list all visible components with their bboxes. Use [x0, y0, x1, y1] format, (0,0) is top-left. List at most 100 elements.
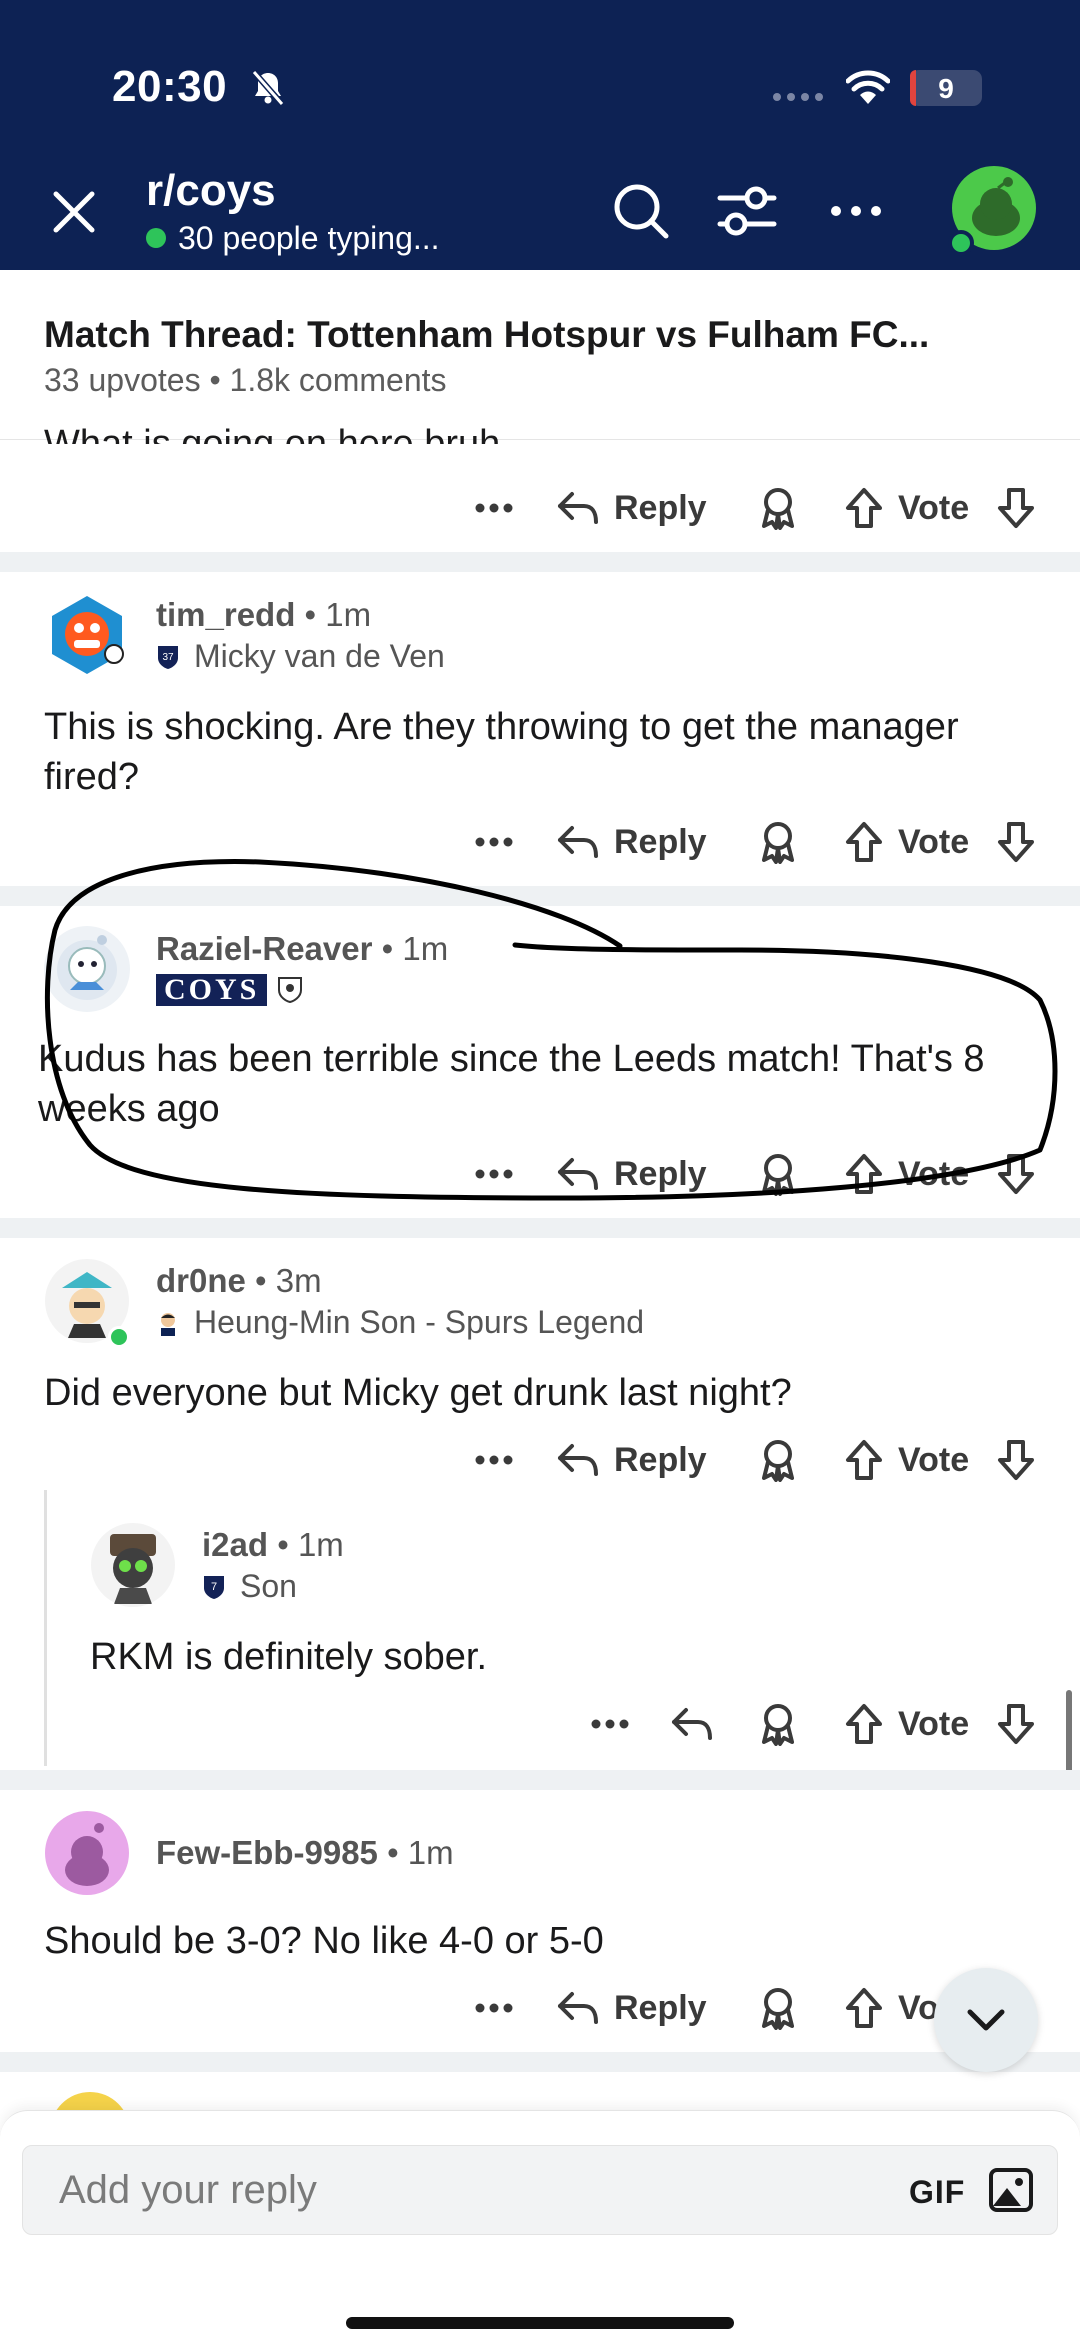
user-flair: COYS	[156, 974, 303, 1006]
avatar[interactable]	[44, 926, 130, 1012]
upvote-button[interactable]: Vote	[844, 1430, 969, 1490]
user-online-indicator	[948, 230, 974, 256]
user-flair: Heung-Min Son - Spurs Legend	[156, 1304, 644, 1341]
scroll-down-button[interactable]	[934, 1968, 1038, 2072]
more-button[interactable]	[474, 478, 514, 538]
more-button[interactable]	[474, 1978, 514, 2038]
user-flair: 37 Micky van de Ven	[156, 638, 445, 675]
upvote-icon	[846, 1154, 882, 1194]
post-meta: 33 upvotes • 1.8k comments	[44, 362, 447, 399]
more-icon	[475, 503, 513, 513]
comment-author[interactable]: Few-Ebb-9985 • 1m	[156, 1834, 454, 1872]
subreddit-name[interactable]: r/coys	[146, 166, 276, 216]
reply-button[interactable]: Reply	[556, 1430, 707, 1490]
comment-actions: Reply Vote	[0, 1144, 1080, 1204]
spurs-crest-icon	[278, 977, 303, 1004]
more-icon	[475, 837, 513, 847]
downvote-button[interactable]	[996, 1430, 1036, 1490]
avatar[interactable]	[90, 1522, 176, 1608]
avatar[interactable]	[44, 1810, 130, 1896]
reply-button[interactable]: Reply	[556, 1978, 707, 2038]
downvote-button[interactable]	[996, 1144, 1036, 1204]
username[interactable]: tim_redd	[156, 596, 295, 633]
downvote-button[interactable]	[996, 812, 1036, 872]
award-button[interactable]	[758, 1694, 798, 1754]
award-button[interactable]	[758, 1430, 798, 1490]
avatar[interactable]	[44, 592, 130, 678]
award-button[interactable]	[758, 812, 798, 872]
downvote-icon	[998, 1154, 1034, 1194]
more-button[interactable]	[474, 1430, 514, 1490]
chevron-down-icon	[967, 2009, 1005, 2031]
comment-body: Should be 3-0? No like 4-0 or 5-0	[44, 1920, 604, 1962]
online-indicator	[146, 228, 166, 248]
coys-flair-badge: COYS	[156, 974, 268, 1006]
reply-button[interactable]: Reply	[556, 478, 707, 538]
reply-arrow-icon	[558, 492, 598, 524]
son-emoji-icon	[161, 1312, 175, 1336]
downvote-icon	[998, 1704, 1034, 1744]
reply-label: Reply	[614, 488, 707, 527]
comment-separator	[0, 552, 1080, 572]
filter-icon[interactable]	[716, 180, 778, 242]
reply-button[interactable]: Reply	[556, 1144, 707, 1204]
author-online-indicator	[108, 1326, 130, 1348]
comment-time: 3m	[275, 1262, 322, 1299]
vote-label: Vote	[898, 1440, 970, 1479]
award-button[interactable]	[758, 478, 798, 538]
search-icon[interactable]	[610, 180, 672, 242]
close-icon[interactable]	[50, 188, 98, 236]
comment-separator	[0, 2052, 1080, 2072]
upvote-button[interactable]: Vote	[844, 812, 969, 872]
comment-author[interactable]: Raziel-Reaver • 1m	[156, 930, 448, 968]
more-button[interactable]	[474, 812, 514, 872]
battery-indicator: 9	[910, 70, 982, 106]
award-button[interactable]	[758, 1978, 798, 2038]
home-indicator	[346, 2317, 734, 2329]
comment-body: RKM is definitely sober.	[90, 1636, 488, 1678]
flair-text: Heung-Min Son - Spurs Legend	[194, 1304, 645, 1340]
more-button[interactable]	[590, 1694, 630, 1754]
flair-text: Micky van de Ven	[194, 638, 445, 674]
downvote-icon	[998, 1440, 1034, 1480]
reply-button[interactable]: Reply	[556, 812, 707, 872]
meta-separator: •	[372, 930, 403, 967]
upvote-icon	[846, 488, 882, 528]
downvote-button[interactable]	[996, 478, 1036, 538]
vote-label: Vote	[898, 1704, 970, 1743]
award-button[interactable]	[758, 1144, 798, 1204]
upvote-button[interactable]: Vote	[844, 1144, 969, 1204]
username[interactable]: dr0ne	[156, 1262, 246, 1299]
upvote-button[interactable]: Vote	[844, 1694, 969, 1754]
downvote-button[interactable]	[996, 1694, 1036, 1754]
reply-arrow-icon	[558, 1158, 598, 1190]
award-icon	[762, 1440, 794, 1482]
username[interactable]: i2ad	[202, 1526, 268, 1563]
upvote-button[interactable]: Vote	[844, 478, 969, 538]
meta-separator: •	[377, 1834, 408, 1871]
post-title[interactable]: Match Thread: Tottenham Hotspur vs Fulha…	[44, 314, 929, 356]
more-options-icon[interactable]	[826, 196, 886, 226]
comment-body: Did everyone but Micky get drunk last ni…	[44, 1372, 792, 1414]
reply-label: Reply	[614, 1440, 707, 1479]
meta-separator: •	[268, 1526, 298, 1563]
image-icon[interactable]	[987, 2166, 1035, 2214]
username[interactable]: Few-Ebb-9985	[156, 1834, 378, 1871]
reply-arrow-icon	[558, 1992, 598, 2024]
comment-author[interactable]: tim_redd • 1m	[156, 596, 371, 634]
meta-separator: •	[295, 596, 326, 633]
comment-time: 1m	[407, 1834, 454, 1871]
comment-actions: Reply Vote	[0, 1430, 1080, 1490]
reply-bar: Add your reply GIF	[0, 2110, 1080, 2348]
reply-button[interactable]	[670, 1694, 714, 1754]
shield-icon: 7	[204, 1575, 224, 1599]
upvote-icon	[846, 1440, 882, 1480]
username[interactable]: Raziel-Reaver	[156, 930, 372, 967]
gif-button[interactable]: GIF	[909, 2174, 965, 2211]
more-button[interactable]	[474, 1144, 514, 1204]
comment-separator	[0, 886, 1080, 906]
reply-placeholder[interactable]: Add your reply	[59, 2168, 317, 2213]
comment-author[interactable]: dr0ne • 3m	[156, 1262, 322, 1300]
comment-author[interactable]: i2ad • 1m	[202, 1526, 344, 1564]
reply-input[interactable]: Add your reply GIF	[22, 2145, 1058, 2235]
